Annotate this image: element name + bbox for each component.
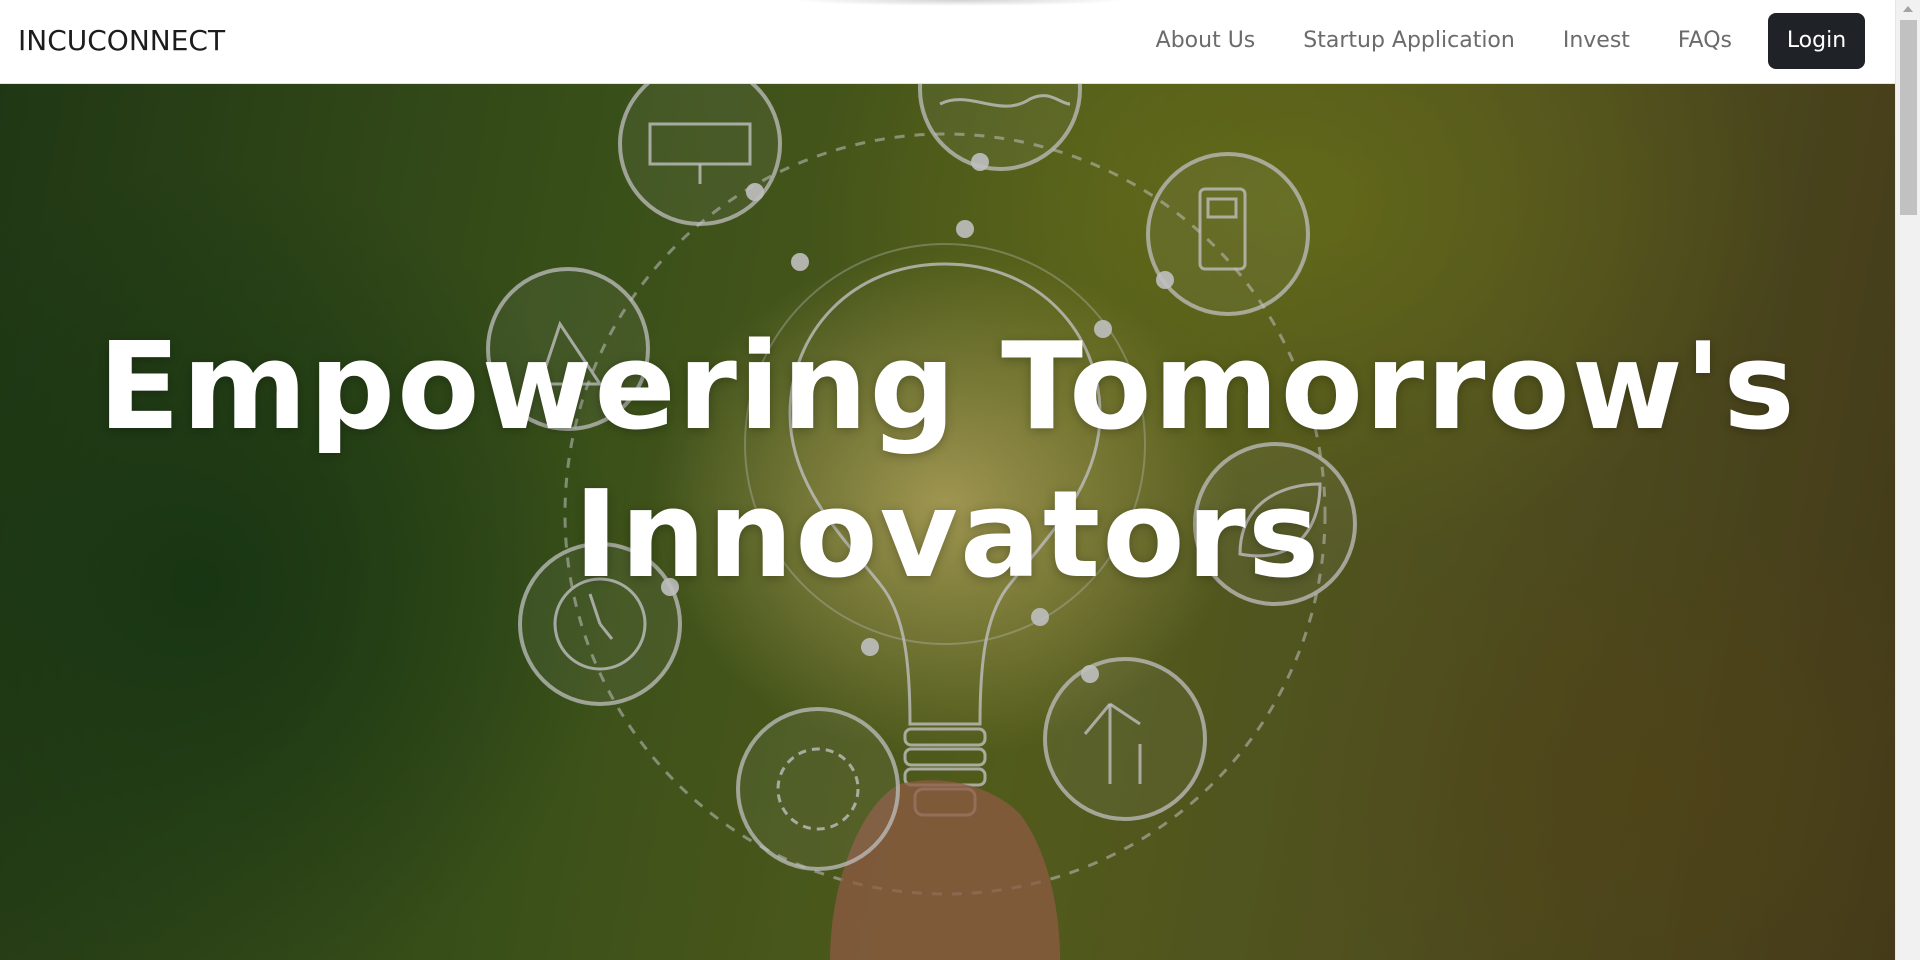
hero-title: Empowering Tomorrow's Innovators xyxy=(0,314,1895,610)
nav-about-us[interactable]: About Us xyxy=(1156,28,1256,53)
login-button[interactable]: Login xyxy=(1768,12,1865,69)
scroll-thumb[interactable] xyxy=(1900,20,1917,215)
nav-faqs[interactable]: FAQs xyxy=(1678,28,1732,53)
top-shadow xyxy=(790,0,1130,6)
nav-links: About Us Startup Application Invest FAQs… xyxy=(1156,12,1865,69)
page-scrollbar[interactable] xyxy=(1895,0,1920,960)
hero-title-line-2: Innovators xyxy=(573,466,1322,605)
scroll-up-arrow-icon[interactable] xyxy=(1903,6,1913,12)
hero-title-line-1: Empowering Tomorrow's xyxy=(98,318,1797,457)
nav-startup-application[interactable]: Startup Application xyxy=(1303,28,1515,53)
nav-invest[interactable]: Invest xyxy=(1563,28,1630,53)
brand-logo[interactable]: INCUCONNECT xyxy=(18,24,225,57)
hero-section: Empowering Tomorrow's Innovators xyxy=(0,84,1895,960)
navbar: INCUCONNECT About Us Startup Application… xyxy=(0,0,1895,84)
